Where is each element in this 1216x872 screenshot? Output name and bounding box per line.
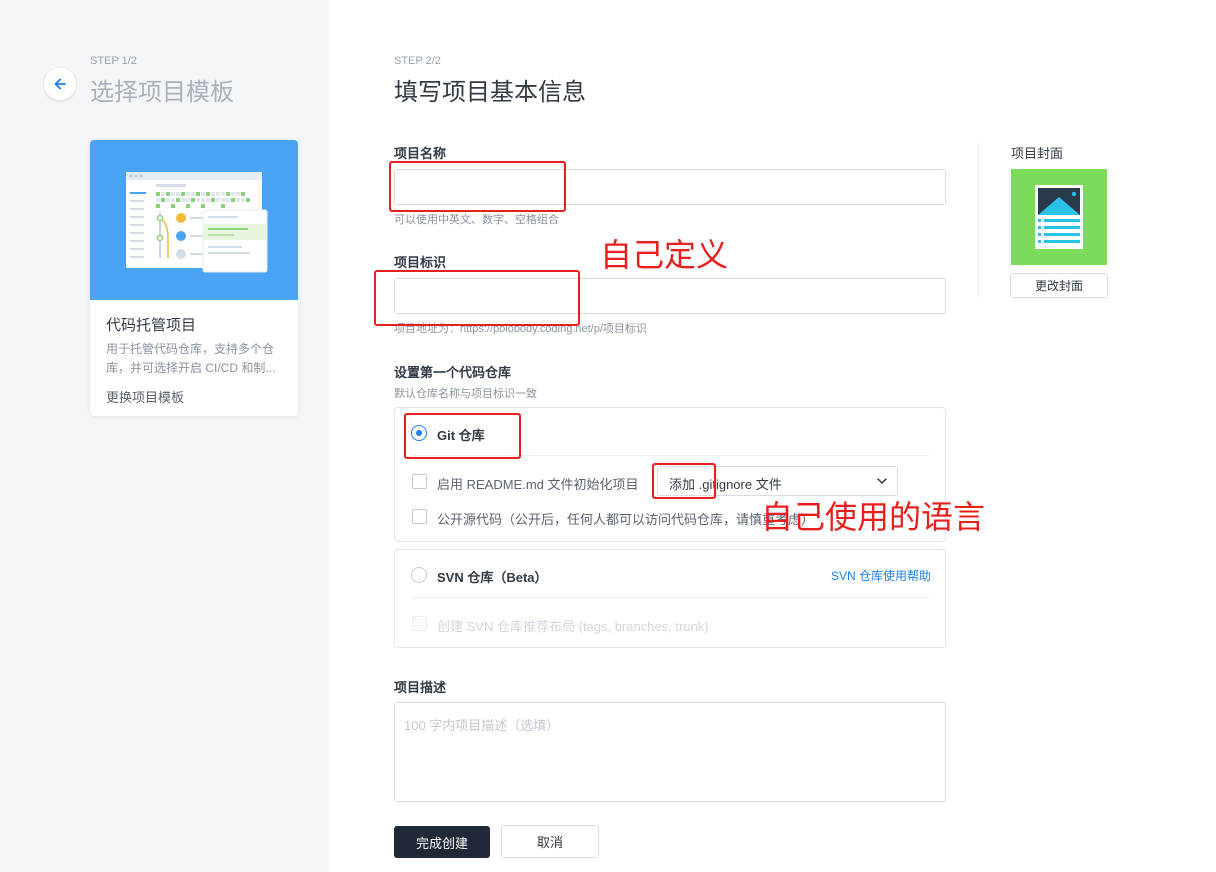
step-2-label: STEP 2/2 [394, 55, 441, 67]
description-textarea[interactable]: 100 字内项目描述（选填） [394, 702, 946, 802]
document-icon [1035, 185, 1083, 249]
annotation-note: 自己使用的语言 [761, 499, 986, 535]
project-name-label: 项目名称 [394, 146, 447, 161]
description-label: 项目描述 [394, 680, 447, 695]
template-sidebar: STEP 1/2 选择项目模板 代码托管项目 用于托管代码仓库，支持多个仓库，并… [0, 0, 329, 872]
template-illustration [90, 140, 298, 300]
svn-help-link[interactable]: SVN 仓库使用帮助 [831, 567, 931, 584]
chevron-down-icon [877, 478, 887, 484]
annotation-box [374, 270, 580, 326]
description-placeholder: 100 字内项目描述（选填） [404, 718, 560, 733]
svn-layout-option-label: 创建 SVN 仓库推荐布局 (tags, branches, trunk) [437, 619, 709, 634]
readme-checkbox[interactable] [412, 474, 427, 489]
change-template-link[interactable]: 更换项目模板 [106, 387, 184, 406]
template-name: 代码托管项目 [106, 317, 197, 334]
project-cover-image[interactable] [1011, 169, 1107, 265]
svn-layout-checkbox [412, 616, 427, 631]
annotation-note: 自己定义 [600, 237, 729, 273]
step-1-title: 选择项目模板 [90, 79, 234, 106]
create-button[interactable]: 完成创建 [394, 826, 490, 858]
cancel-button[interactable]: 取消 [501, 825, 599, 858]
annotation-box [652, 463, 716, 499]
divider [411, 597, 929, 598]
arrow-left-icon [54, 78, 66, 90]
page-title: 填写项目基本信息 [394, 79, 586, 106]
cover-label: 项目封面 [1011, 146, 1064, 161]
project-id-label: 项目标识 [394, 255, 447, 270]
change-cover-button[interactable]: 更改封面 [1010, 273, 1108, 298]
svn-repo-title: SVN 仓库（Beta） [437, 570, 548, 585]
repo-section-label: 设置第一个代码仓库 [394, 365, 512, 380]
project-name-hint: 可以使用中英文、数字、空格组合 [394, 214, 559, 226]
divider [978, 143, 979, 298]
public-code-checkbox[interactable] [412, 509, 427, 524]
template-card[interactable]: 代码托管项目 用于托管代码仓库，支持多个仓库，并可选择开启 CI/CD 和制..… [90, 140, 298, 416]
annotation-box [389, 161, 566, 212]
svn-radio[interactable] [411, 567, 427, 583]
annotation-box [404, 413, 521, 459]
public-code-option-label: 公开源代码（公开后，任何人都可以访问代码仓库，请慎重考虑） [437, 512, 815, 527]
template-description: 用于托管代码仓库，支持多个仓库，并可选择开启 CI/CD 和制... [106, 342, 276, 375]
back-button[interactable] [44, 68, 76, 100]
repo-section-hint: 默认仓库名称与项目标识一致 [394, 388, 537, 400]
readme-option-label: 启用 README.md 文件初始化项目 [437, 477, 639, 492]
step-1-label: STEP 1/2 [90, 55, 137, 67]
